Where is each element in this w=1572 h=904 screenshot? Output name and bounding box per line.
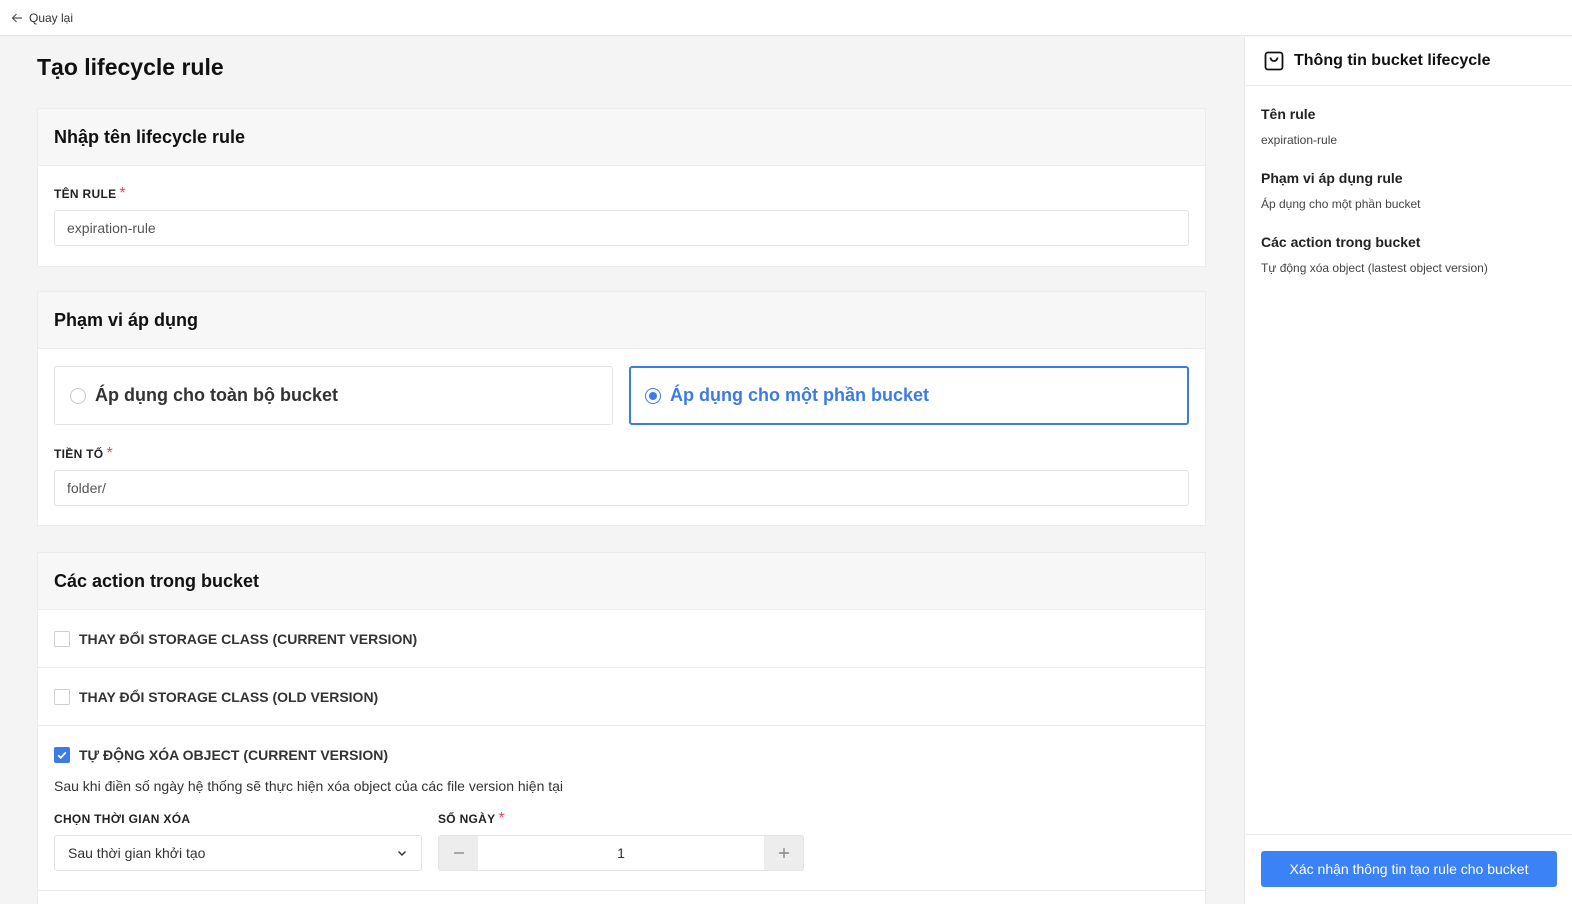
decrement-button[interactable]	[439, 836, 478, 870]
rule-name-card-title: Nhập tên lifecycle rule	[38, 109, 1205, 166]
rule-name-label: TÊN RULE	[54, 187, 117, 201]
scope-option-all[interactable]: Áp dụng cho toàn bộ bucket	[54, 366, 613, 425]
rule-name-label-wrap: TÊN RULE *	[54, 185, 126, 203]
required-marker: *	[498, 810, 505, 827]
check-icon	[57, 751, 67, 760]
action-row-auto-delete: TỰ ĐỘNG XÓA OBJECT (CURRENT VERSION) Sau…	[38, 726, 1205, 890]
days-value[interactable]: 1	[478, 836, 764, 870]
scope-card: Phạm vi áp dụng Áp dụng cho toàn bộ buck…	[37, 291, 1206, 526]
required-marker: *	[119, 185, 126, 202]
back-link[interactable]: Quay lại	[11, 11, 73, 25]
divider	[38, 890, 1205, 891]
sidebar-footer: Xác nhận thông tin tạo rule cho bucket	[1245, 834, 1572, 904]
required-marker: *	[106, 445, 113, 462]
actions-card-title: Các action trong bucket	[38, 553, 1205, 610]
sidebar-title: Thông tin bucket lifecycle	[1294, 52, 1491, 69]
delete-time-select-value: Sau thời gian khởi tạo	[68, 845, 206, 861]
auto-delete-header[interactable]: TỰ ĐỘNG XÓA OBJECT (CURRENT VERSION)	[38, 726, 1205, 784]
action-row-storage-current[interactable]: THAY ĐỔI STORAGE CLASS (CURRENT VERSION)	[38, 610, 1205, 668]
info-title: Tên rule	[1261, 106, 1316, 122]
auto-delete-description: Sau khi điền số ngày hệ thống sẽ thực hi…	[54, 778, 564, 794]
info-sidebar: Thông tin bucket lifecycle Tên rule expi…	[1244, 37, 1572, 904]
prefix-label-wrap: TIỀN TỐ *	[54, 445, 113, 463]
prefix-input[interactable]	[54, 470, 1189, 506]
scope-option-partial[interactable]: Áp dụng cho một phần bucket	[629, 366, 1189, 425]
radio-selected[interactable]	[645, 387, 661, 404]
action-row-storage-old[interactable]: THAY ĐỔI STORAGE CLASS (OLD VERSION)	[38, 668, 1205, 726]
info-value: Áp dụng cho một phần bucket	[1261, 197, 1421, 211]
checkbox-storage-old[interactable]	[54, 688, 70, 705]
increment-button[interactable]	[764, 836, 803, 870]
rule-name-input[interactable]	[54, 210, 1189, 246]
page-title: Tạo lifecycle rule	[37, 54, 224, 80]
days-label-wrap: SỐ NGÀY *	[438, 810, 505, 828]
info-rule-name: Tên rule expiration-rule	[1261, 106, 1337, 147]
action-label: THAY ĐỔI STORAGE CLASS (OLD VERSION)	[79, 688, 379, 705]
back-link-label: Quay lại	[29, 10, 74, 25]
shopping-bag-icon	[1264, 51, 1284, 71]
info-actions: Các action trong bucket Tự động xóa obje…	[1261, 234, 1488, 275]
days-stepper: 1	[438, 835, 804, 871]
days-label: SỐ NGÀY	[438, 812, 496, 826]
checkbox-auto-delete[interactable]	[54, 747, 70, 763]
checkbox-storage-current[interactable]	[54, 630, 70, 647]
info-value: expiration-rule	[1261, 133, 1338, 147]
prefix-label: TIỀN TỐ	[54, 447, 104, 461]
action-label: THAY ĐỔI STORAGE CLASS (CURRENT VERSION)	[79, 630, 418, 647]
chevron-down-icon	[398, 851, 406, 856]
arrow-left-icon	[11, 13, 22, 22]
scope-option-partial-label: Áp dụng cho một phần bucket	[670, 385, 929, 405]
main-content: Tạo lifecycle rule Nhập tên lifecycle ru…	[0, 37, 1244, 904]
confirm-button[interactable]: Xác nhận thông tin tạo rule cho bucket	[1261, 851, 1557, 887]
top-bar: Quay lại	[0, 0, 1572, 36]
rule-name-card: Nhập tên lifecycle rule TÊN RULE *	[37, 108, 1206, 267]
delete-time-label: CHỌN THỜI GIAN XÓA	[54, 812, 191, 826]
info-value: Tự động xóa object (lastest object versi…	[1261, 261, 1488, 275]
action-label: TỰ ĐỘNG XÓA OBJECT (CURRENT VERSION)	[79, 747, 388, 763]
sidebar-header: Thông tin bucket lifecycle	[1245, 37, 1572, 86]
info-scope: Phạm vi áp dụng rule Áp dụng cho một phầ…	[1261, 170, 1420, 211]
info-title: Phạm vi áp dụng rule	[1261, 170, 1403, 186]
radio-unselected[interactable]	[70, 387, 86, 404]
delete-time-select[interactable]: Sau thời gian khởi tạo	[54, 835, 422, 871]
plus-icon	[778, 848, 789, 858]
info-title: Các action trong bucket	[1261, 234, 1421, 250]
actions-card: Các action trong bucket THAY ĐỔI STORAGE…	[37, 552, 1206, 904]
delete-time-label-wrap: CHỌN THỜI GIAN XÓA	[54, 810, 190, 828]
scope-option-all-label: Áp dụng cho toàn bộ bucket	[95, 385, 338, 405]
scope-card-title: Phạm vi áp dụng	[38, 292, 1205, 349]
minus-icon	[453, 852, 464, 854]
